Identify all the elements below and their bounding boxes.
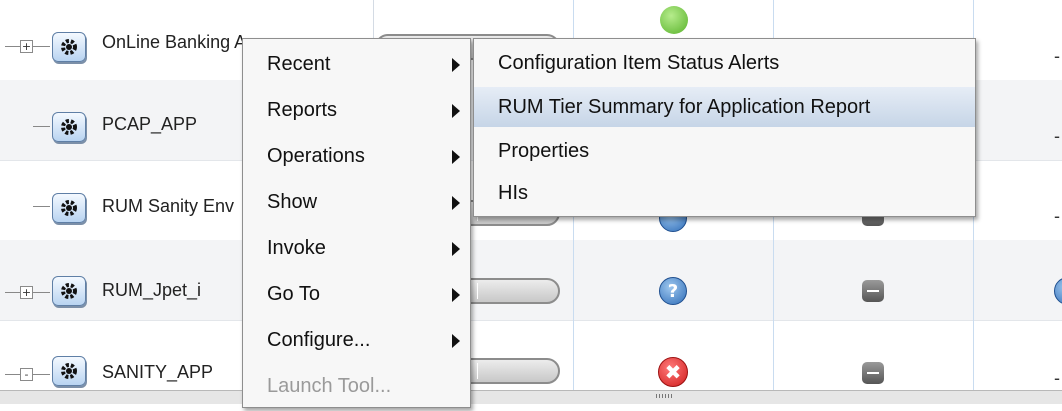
collapse-toggle[interactable]: - [20, 368, 33, 381]
tree-line [33, 46, 50, 47]
submenu-item-label: Configuration Item Status Alerts [498, 52, 780, 74]
submenu-item-his[interactable]: HIs [474, 173, 975, 213]
menu-item-label: Reports [267, 99, 338, 121]
minus-status-icon [862, 362, 884, 384]
menu-item-go-to[interactable]: Go To [243, 273, 470, 319]
submenu-item-label: RUM Tier Summary for Application Report [498, 96, 871, 118]
tree-line [33, 126, 50, 127]
context-menu: Recent Reports Operations Show Invoke Go… [242, 38, 471, 408]
submenu-arrow-icon [452, 334, 460, 348]
menu-item-invoke[interactable]: Invoke [243, 227, 470, 273]
error-status-icon: ✖ [658, 357, 688, 387]
ci-gear-icon [52, 112, 86, 142]
tree-line [33, 292, 50, 293]
horizontal-scrollbar[interactable] [0, 390, 1062, 404]
ci-name[interactable]: RUM Sanity Env [102, 196, 242, 217]
ci-name[interactable]: SANITY_APP [102, 362, 242, 383]
submenu-item-rum-tier-summary[interactable]: RUM Tier Summary for Application Report [474, 87, 975, 127]
menu-item-reports[interactable]: Reports [243, 89, 470, 135]
menu-item-label: Recent [267, 53, 331, 75]
menu-item-label: Launch Tool... [267, 375, 392, 397]
menu-item-label: Invoke [267, 237, 326, 259]
menu-item-launch-tool: Launch Tool... [243, 365, 470, 411]
tree-line [5, 46, 20, 47]
submenu-arrow-icon [452, 242, 460, 256]
menu-item-show[interactable]: Show [243, 181, 470, 227]
tree-line [33, 206, 50, 207]
help-status-icon: ? [659, 277, 687, 305]
menu-item-recent[interactable]: Recent [243, 43, 470, 89]
menu-item-label: Operations [267, 145, 365, 167]
tree-line [33, 374, 50, 375]
ci-gear-icon [52, 276, 86, 306]
menu-item-operations[interactable]: Operations [243, 135, 470, 181]
submenu-item-ci-status-alerts[interactable]: Configuration Item Status Alerts [474, 43, 975, 83]
recent-submenu: Configuration Item Status Alerts RUM Tie… [473, 38, 976, 217]
expand-toggle[interactable]: + [20, 40, 33, 53]
tree-line [5, 292, 20, 293]
dash-text: - [1054, 46, 1060, 66]
minus-status-icon [862, 280, 884, 302]
submenu-arrow-icon [452, 196, 460, 210]
bar-segment [477, 283, 478, 299]
menu-item-label: Go To [267, 283, 320, 305]
ci-gear-icon [52, 32, 86, 62]
ci-gear-icon [52, 193, 86, 223]
scroll-grip-icon[interactable] [656, 394, 672, 398]
submenu-item-label: HIs [498, 182, 528, 204]
dash-text: - [1054, 368, 1060, 388]
tree-line [5, 374, 20, 375]
ci-name[interactable]: PCAP_APP [102, 114, 242, 135]
submenu-arrow-icon [452, 58, 460, 72]
ok-status-icon [660, 6, 688, 34]
bar-segment [477, 363, 478, 379]
menu-item-label: Show [267, 191, 318, 213]
ci-name[interactable]: RUM_Jpet_i [102, 280, 242, 301]
menu-item-configure[interactable]: Configure... [243, 319, 470, 365]
submenu-item-label: Properties [498, 140, 590, 162]
submenu-arrow-icon [452, 104, 460, 118]
dash-text: - [1054, 126, 1060, 146]
menu-item-label: Configure... [267, 329, 371, 351]
ci-gear-icon [52, 356, 86, 386]
dash-text: - [1054, 206, 1060, 226]
ci-name[interactable]: OnLine Banking App [102, 32, 242, 53]
submenu-item-properties[interactable]: Properties [474, 131, 975, 171]
expand-toggle[interactable]: + [20, 286, 33, 299]
submenu-arrow-icon [452, 288, 460, 302]
submenu-arrow-icon [452, 150, 460, 164]
